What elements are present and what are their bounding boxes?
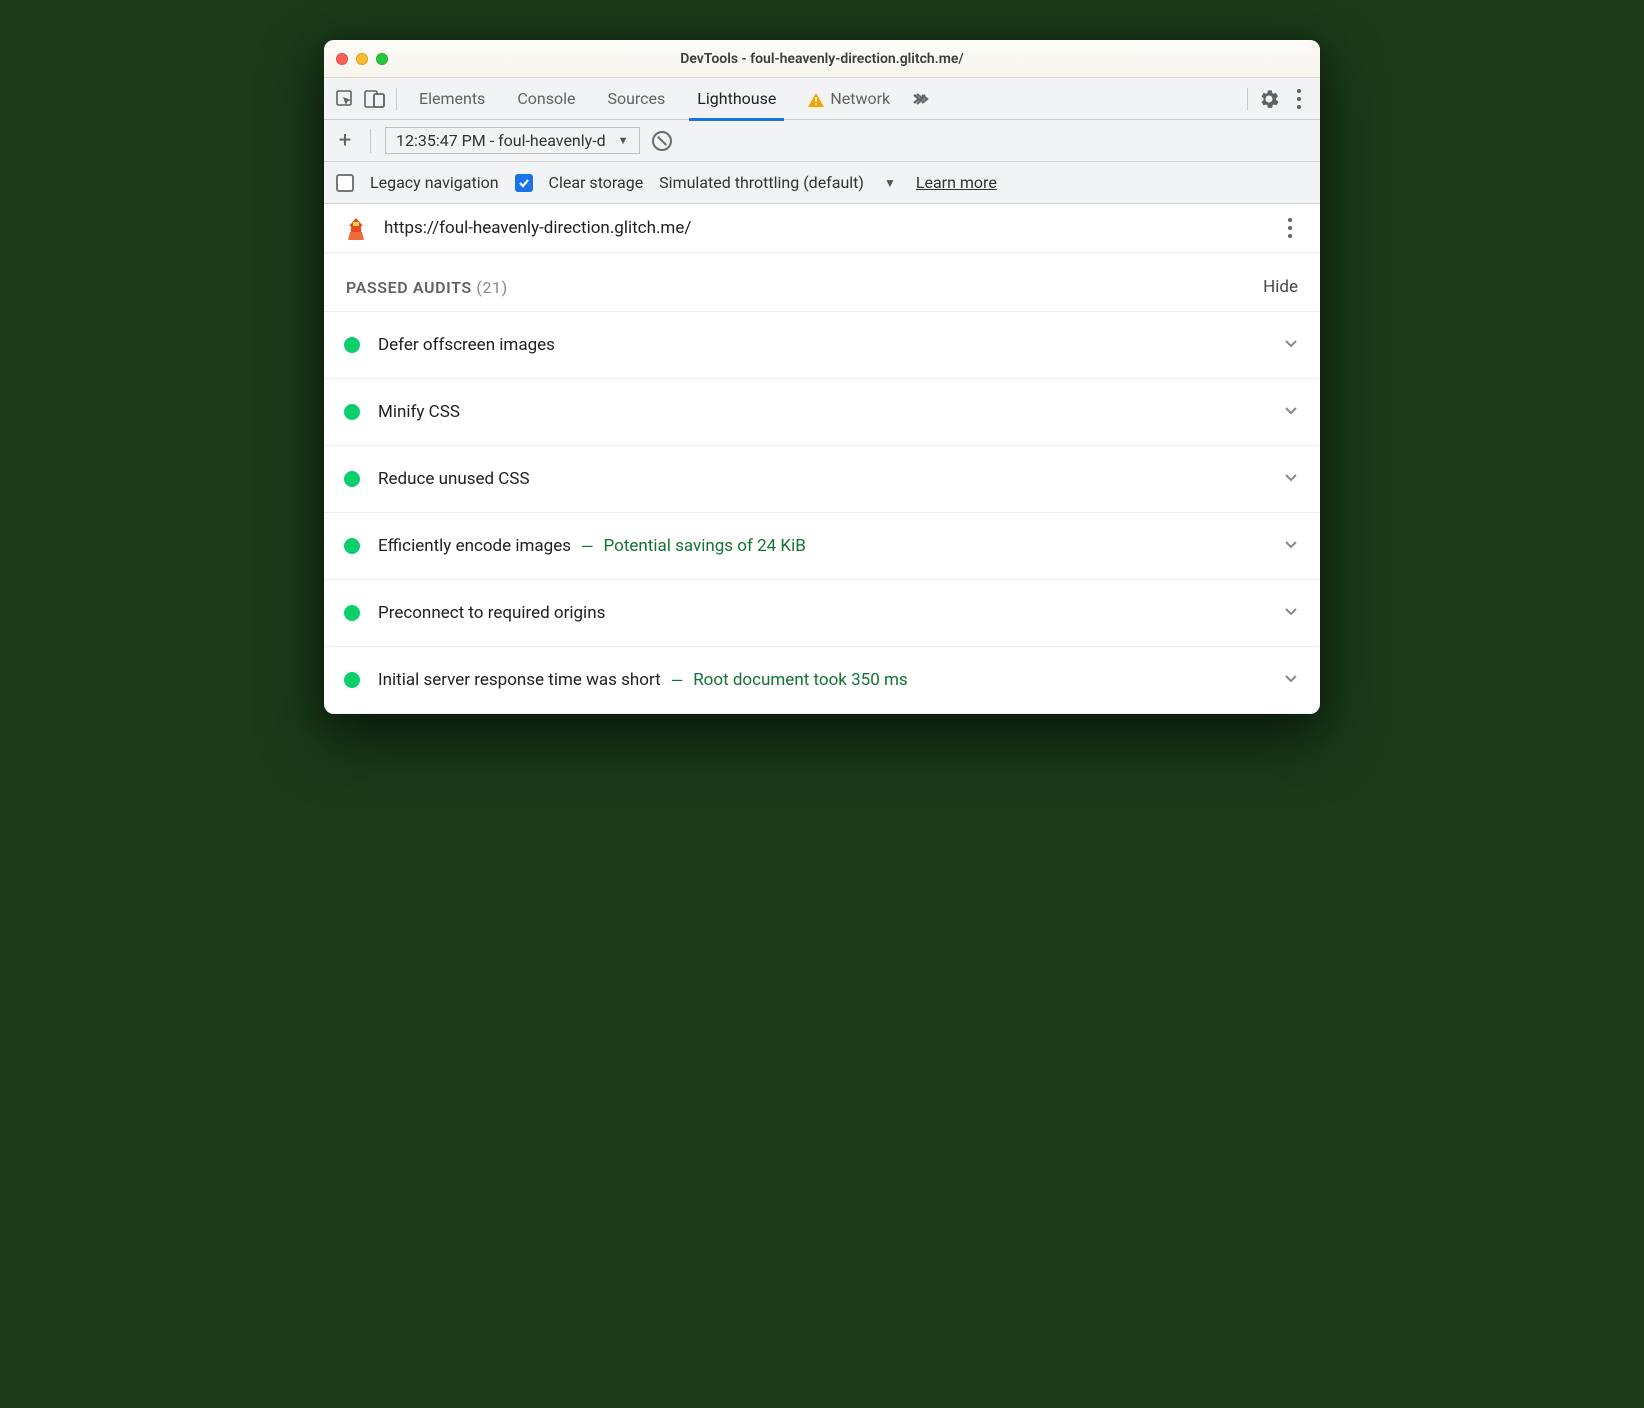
inspect-element-icon[interactable] — [330, 84, 360, 114]
window-controls — [336, 53, 388, 65]
chevron-down-icon — [1282, 401, 1300, 423]
tab-label: Network — [830, 89, 890, 108]
pass-dot-icon — [344, 337, 360, 353]
audit-title: Initial server response time was short — [378, 670, 661, 690]
chevron-down-icon — [1282, 334, 1300, 356]
section-count: (21) — [476, 278, 507, 297]
lighthouse-options: Legacy navigation Clear storage Simulate… — [324, 162, 1320, 204]
pass-dot-icon — [344, 538, 360, 554]
titlebar: DevTools - foul-heavenly-direction.glitc… — [324, 40, 1320, 78]
dropdown-triangle-icon[interactable]: ▼ — [884, 176, 896, 190]
tab-label: Elements — [419, 89, 485, 108]
more-tabs-icon[interactable] — [906, 84, 936, 114]
tab-label: Lighthouse — [697, 89, 776, 108]
learn-more-link[interactable]: Learn more — [916, 173, 997, 192]
pass-dot-icon — [344, 672, 360, 688]
section-title: PASSED AUDITS (21) — [346, 278, 508, 297]
clear-storage-label[interactable]: Clear storage — [549, 173, 644, 192]
lighthouse-toolbar: + 12:35:47 PM - foul-heavenly-d ▼ — [324, 120, 1320, 162]
pass-dot-icon — [344, 605, 360, 621]
audit-dash: — — [581, 537, 594, 556]
window-title: DevTools - foul-heavenly-direction.glitc… — [324, 51, 1320, 67]
audit-row[interactable]: Efficiently encode images — Potential sa… — [324, 513, 1320, 580]
more-menu-icon[interactable] — [1284, 84, 1314, 114]
chevron-down-icon — [1282, 468, 1300, 490]
section-title-text: PASSED AUDITS — [346, 278, 472, 297]
clear-button[interactable] — [652, 131, 672, 151]
report-select-label: 12:35:47 PM - foul-heavenly-d — [396, 131, 606, 150]
audit-row[interactable]: Preconnect to required origins — [324, 580, 1320, 647]
chevron-down-icon — [1282, 535, 1300, 557]
separator — [396, 88, 397, 110]
audit-title: Defer offscreen images — [378, 335, 555, 355]
tab-console[interactable]: Console — [501, 78, 591, 120]
device-toolbar-icon[interactable] — [360, 84, 390, 114]
report-header: https://foul-heavenly-direction.glitch.m… — [324, 204, 1320, 253]
report-url: https://foul-heavenly-direction.glitch.m… — [384, 218, 1264, 238]
separator — [1247, 88, 1248, 110]
warning-icon — [808, 92, 824, 106]
tab-lighthouse[interactable]: Lighthouse — [681, 78, 792, 120]
report-menu-icon[interactable] — [1278, 218, 1302, 238]
dropdown-triangle-icon: ▼ — [618, 134, 629, 147]
hide-button[interactable]: Hide — [1263, 277, 1298, 297]
audit-title: Preconnect to required origins — [378, 603, 605, 623]
close-window-button[interactable] — [336, 53, 348, 65]
audit-description: Potential savings of 24 KiB — [604, 536, 806, 556]
audit-description: Root document took 350 ms — [693, 670, 907, 690]
devtools-tabstrip: Elements Console Sources Lighthouse Netw… — [324, 78, 1320, 120]
tab-label: Console — [517, 89, 575, 108]
devtools-window: DevTools - foul-heavenly-direction.glitc… — [324, 40, 1320, 714]
report-select[interactable]: 12:35:47 PM - foul-heavenly-d ▼ — [385, 127, 640, 154]
tab-sources[interactable]: Sources — [591, 78, 681, 120]
audit-row[interactable]: Minify CSS — [324, 379, 1320, 446]
audits-list: Defer offscreen images Minify CSS Reduce… — [324, 311, 1320, 714]
throttling-label: Simulated throttling (default) — [659, 173, 864, 192]
passed-audits-header[interactable]: PASSED AUDITS (21) Hide — [324, 253, 1320, 311]
clear-storage-checkbox[interactable] — [515, 174, 533, 192]
zoom-window-button[interactable] — [376, 53, 388, 65]
chevron-down-icon — [1282, 602, 1300, 624]
audit-row[interactable]: Reduce unused CSS — [324, 446, 1320, 513]
pass-dot-icon — [344, 471, 360, 487]
tab-network[interactable]: Network — [792, 78, 906, 120]
audit-title: Minify CSS — [378, 402, 460, 422]
separator — [370, 129, 371, 153]
tab-elements[interactable]: Elements — [403, 78, 501, 120]
chevron-down-icon — [1282, 669, 1300, 691]
audit-title: Reduce unused CSS — [378, 469, 530, 489]
audit-title: Efficiently encode images — [378, 536, 571, 556]
minimize-window-button[interactable] — [356, 53, 368, 65]
pass-dot-icon — [344, 404, 360, 420]
legacy-navigation-label[interactable]: Legacy navigation — [370, 173, 499, 192]
lighthouse-logo-icon — [342, 214, 370, 242]
audit-row[interactable]: Defer offscreen images — [324, 312, 1320, 379]
audit-dash: — — [671, 671, 684, 690]
tab-label: Sources — [607, 89, 665, 108]
audit-row[interactable]: Initial server response time was short —… — [324, 647, 1320, 714]
settings-gear-icon[interactable] — [1254, 84, 1284, 114]
legacy-navigation-checkbox[interactable] — [336, 174, 354, 192]
new-report-button[interactable]: + — [334, 128, 356, 153]
